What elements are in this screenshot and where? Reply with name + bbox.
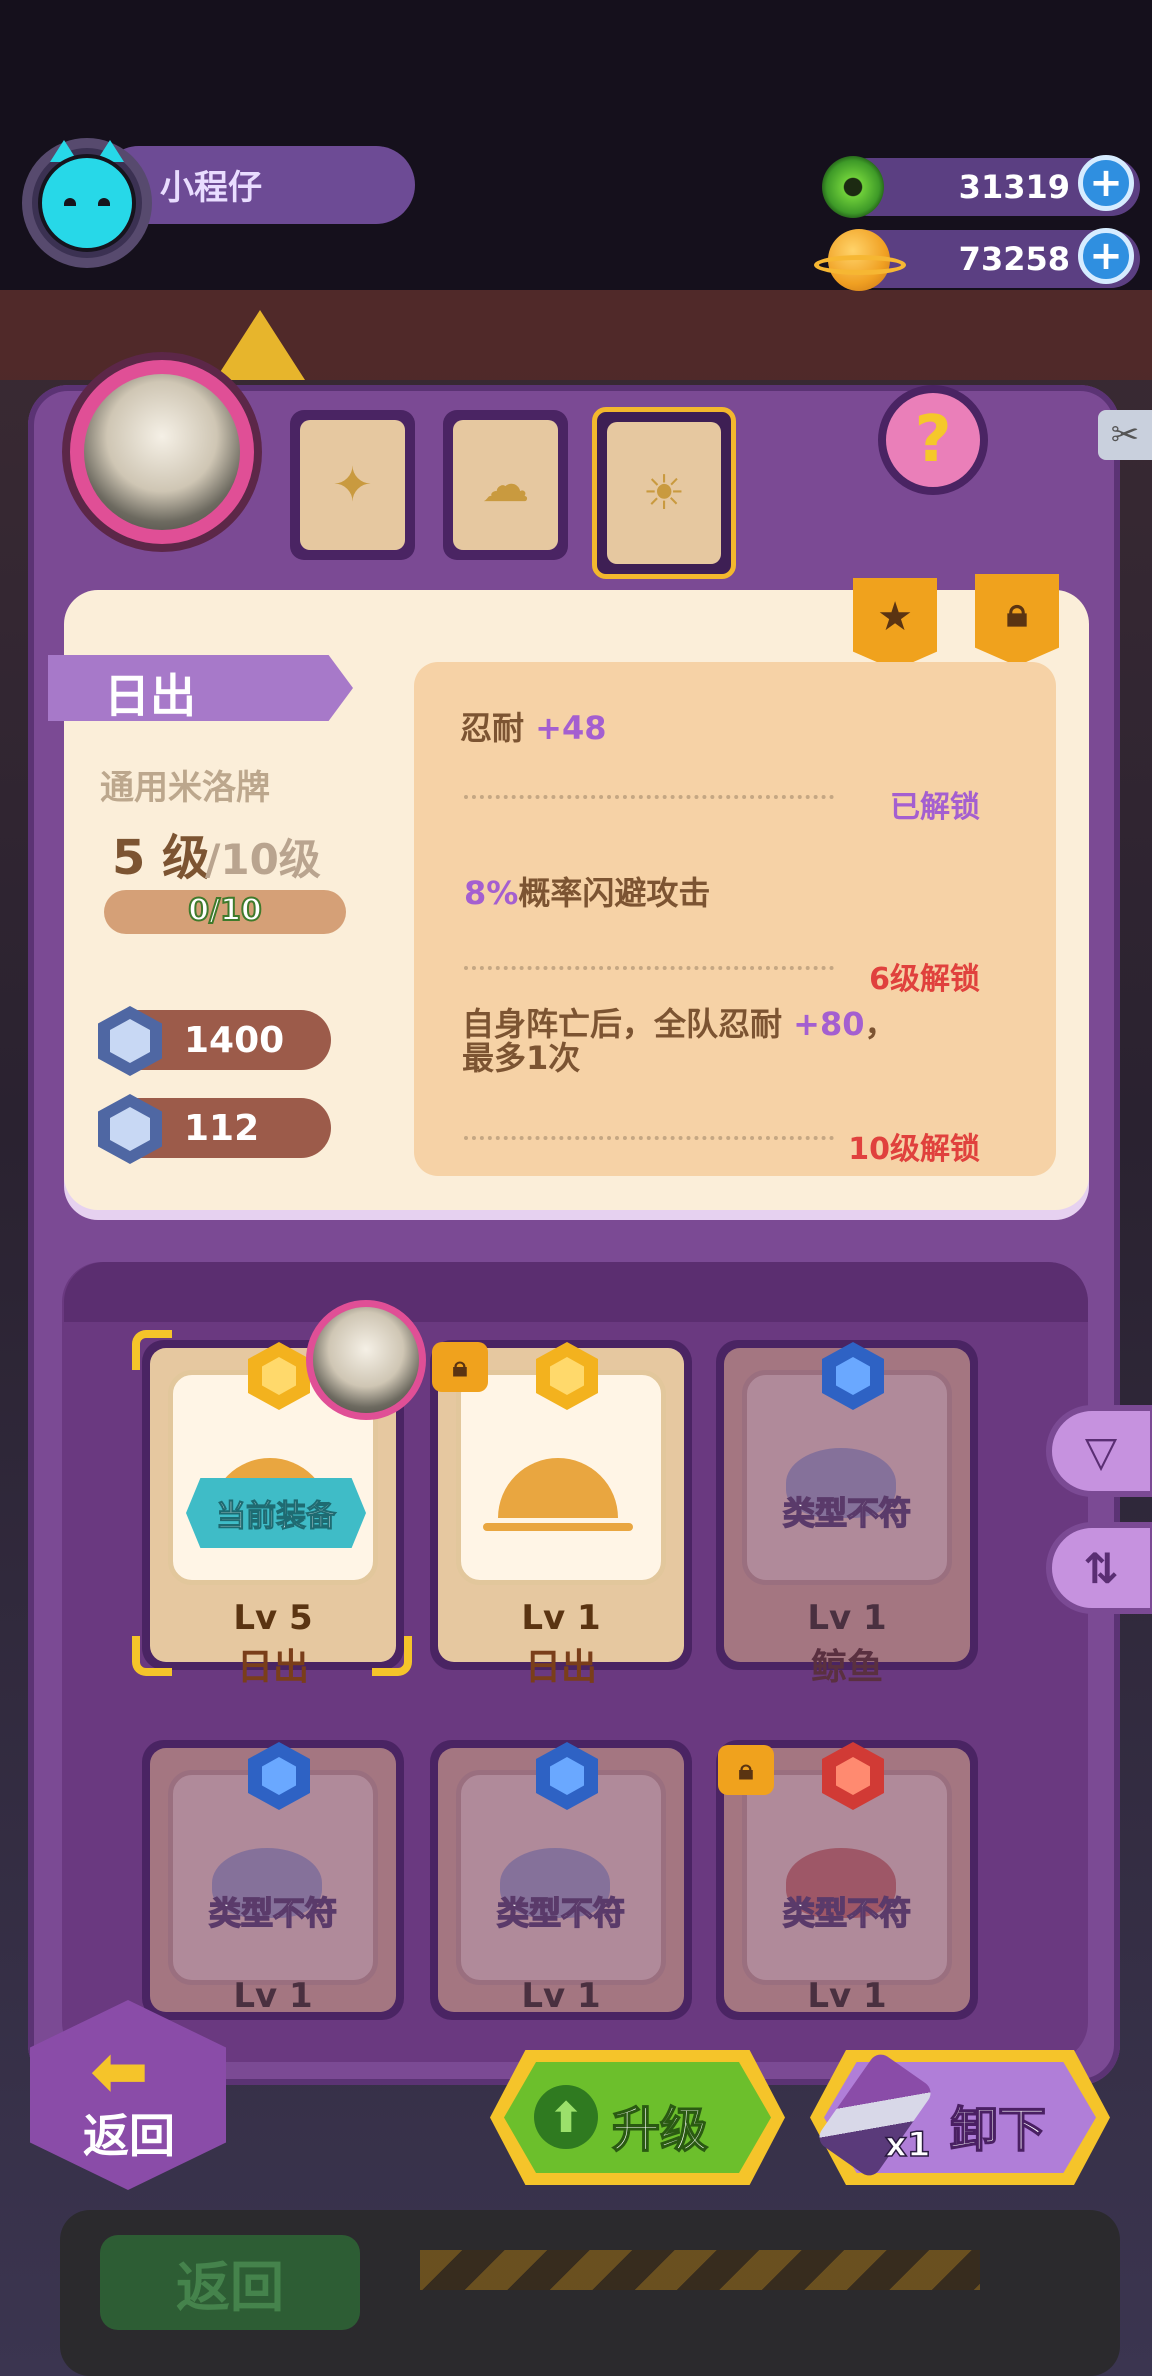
stars-card-icon: ✦ — [300, 420, 405, 550]
sunrise-card-icon: ☀ — [607, 422, 721, 564]
card-slot-5[interactable]: 类型不符 Lv 1 — [430, 1740, 692, 2020]
lock-badge-icon[interactable]: 🔒︎ — [975, 574, 1059, 666]
trait-3-status: 10级解锁 — [848, 1132, 980, 1167]
add-donut-button[interactable]: + — [1078, 155, 1134, 211]
card-name-banner — [48, 655, 353, 721]
tab-card-2[interactable]: ☁ — [443, 410, 568, 560]
star-badge-icon[interactable]: ★ — [853, 578, 937, 670]
unequip-tool-count: x1 — [884, 2124, 931, 2166]
trait-1-text: 忍耐 +48 — [460, 709, 607, 747]
coin-currency-value: 73258 — [958, 240, 1070, 278]
sort-button[interactable]: ⇅ — [1046, 1522, 1152, 1614]
card-level: 1 — [577, 1598, 601, 1638]
hp-stat-value: 1400 — [184, 1020, 285, 1061]
card-level: 1 — [863, 1976, 887, 2016]
upgrade-label: 升级 — [611, 2101, 709, 2159]
filter-button[interactable]: ▽ — [1046, 1405, 1152, 1497]
avatar[interactable] — [38, 154, 136, 252]
card-name: 鲸鱼 — [810, 1647, 883, 1688]
equipped-hero-avatar — [306, 1300, 426, 1420]
card-grid-top — [64, 1262, 1088, 1322]
tab-card-1[interactable]: ✦ — [290, 410, 415, 560]
hero-portrait — [84, 374, 240, 530]
selection-corner — [132, 1636, 172, 1676]
trait-1-status: 已解锁 — [890, 790, 980, 825]
card-level: 1 — [863, 1598, 887, 1638]
back-label: 返回 — [83, 2109, 175, 2163]
type-mismatch-label: 类型不符 — [496, 1893, 626, 1933]
lock-icon: 🔒︎ — [718, 1745, 774, 1795]
card-name: 日出 — [524, 1647, 597, 1688]
selection-corner — [132, 1330, 172, 1370]
clouds-card-icon: ☁ — [453, 420, 558, 550]
card-level: 1 — [289, 1976, 313, 2016]
type-mismatch-label: 类型不符 — [782, 1493, 912, 1533]
trait-3-divider — [464, 1136, 834, 1140]
avatar-eye-left — [64, 198, 76, 206]
card-slot-3[interactable]: 类型不符 Lv 1 鲸鱼 — [716, 1340, 978, 1688]
selection-corner — [372, 1636, 412, 1676]
card-name: 日出 — [236, 1647, 309, 1688]
tab-card-3-selected[interactable]: ☀ — [592, 407, 736, 579]
trait-3-text: 自身阵亡后，全队忍耐 +80， 最多1次 — [462, 1005, 897, 1077]
card-level: 5 级 — [112, 830, 211, 886]
card-level: 1 — [577, 1976, 601, 2016]
filter-icon: ▽ — [1084, 1426, 1118, 1476]
sort-icon: ⇅ — [1083, 1543, 1119, 1593]
trait-2-status: 6级解锁 — [869, 962, 980, 997]
type-mismatch-label: 类型不符 — [208, 1893, 338, 1933]
card-slot-4[interactable]: 类型不符 Lv 1 — [142, 1740, 404, 2020]
background-back-button: 返回 — [100, 2235, 360, 2330]
upgrade-arrow-icon: ⬆ — [534, 2085, 598, 2149]
trait-2-divider — [464, 966, 834, 970]
type-mismatch-label: 类型不符 — [782, 1893, 912, 1933]
trait-2-text: 8%概率闪避攻击 — [464, 874, 711, 912]
scissor-icon[interactable]: ✂ — [1098, 410, 1152, 460]
add-coin-button[interactable]: + — [1078, 228, 1134, 284]
donut-currency-value: 31319 — [958, 168, 1070, 206]
help-button[interactable]: ? — [878, 385, 988, 495]
trait-1-divider — [464, 795, 834, 799]
avatar-eye-right — [98, 198, 110, 206]
player-name: 小程仔 — [160, 168, 262, 208]
exp-text: 0/10 — [187, 892, 263, 929]
card-level-max: /10级 — [205, 835, 321, 884]
lock-icon: 🔒︎ — [432, 1342, 488, 1392]
card-type: 通用米洛牌 — [100, 768, 270, 808]
background-hazard-stripe — [420, 2250, 980, 2290]
card-level: 5 — [289, 1598, 313, 1638]
defense-stat-value: 112 — [184, 1108, 260, 1149]
unequip-label: 卸下 — [949, 2101, 1047, 2159]
card-name: 日出 — [104, 669, 196, 723]
equipped-banner: 当前装备 — [186, 1478, 366, 1548]
